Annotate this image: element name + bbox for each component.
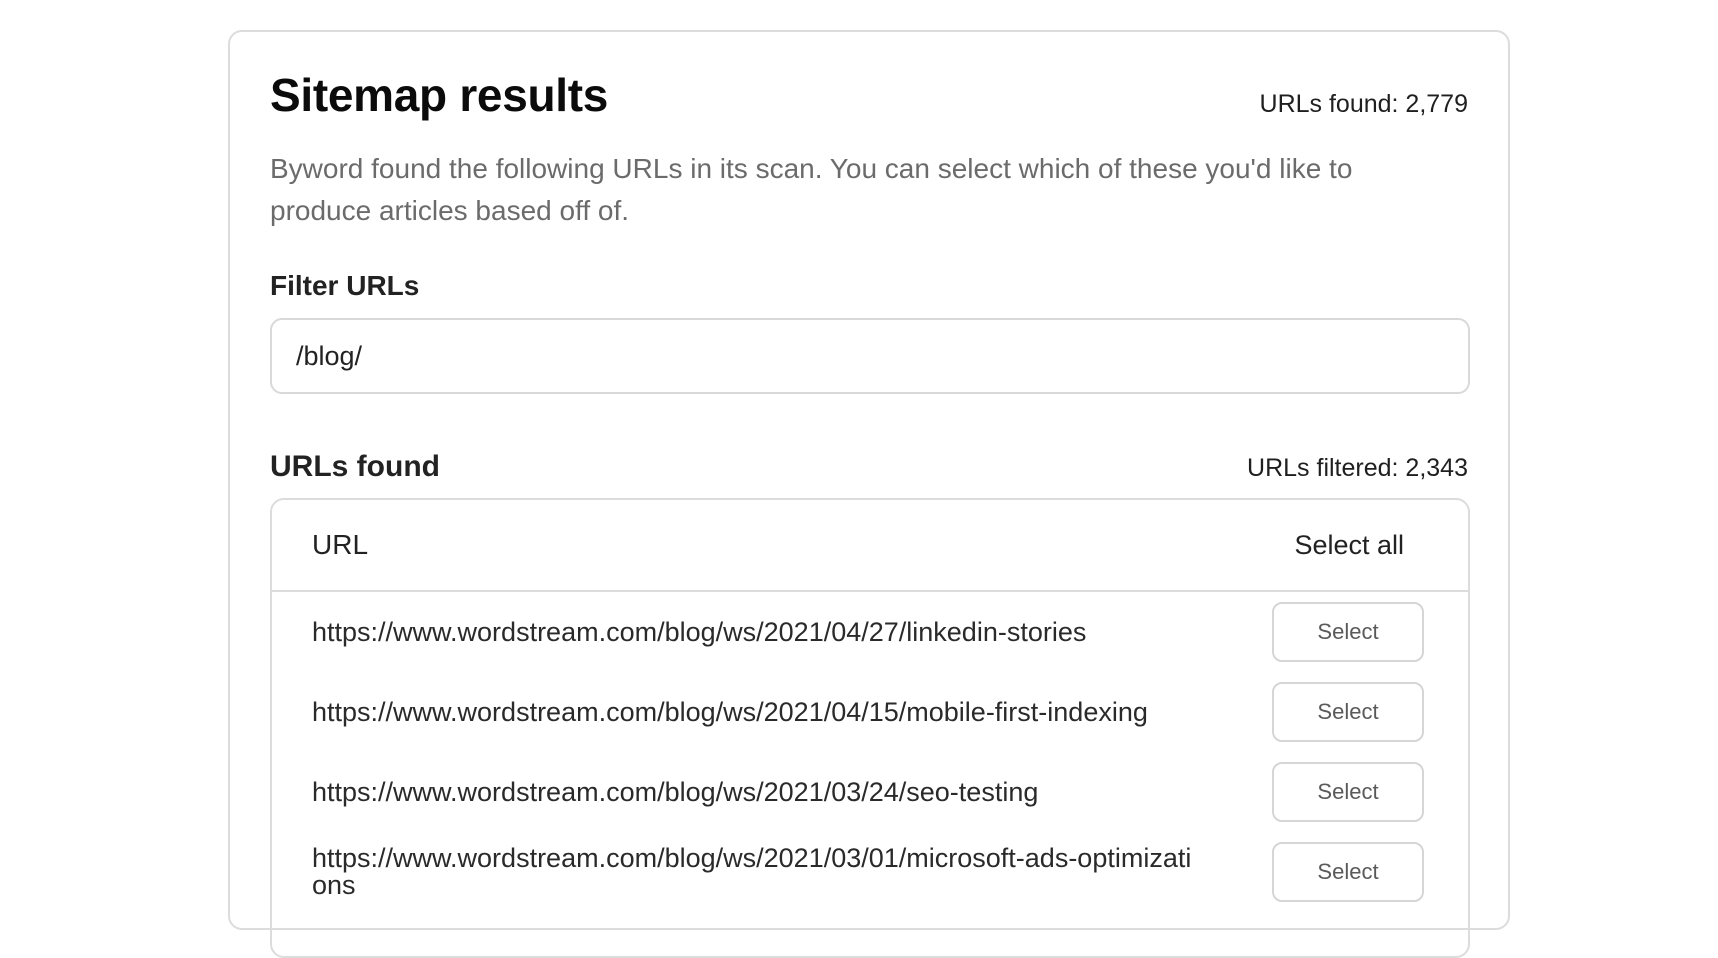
page-title: Sitemap results — [270, 69, 609, 121]
select-all-button[interactable]: Select all — [1294, 530, 1404, 561]
select-button[interactable]: Select — [1272, 602, 1424, 662]
table-row: https://www.wordstream.com/blog/ws/2021/… — [272, 592, 1468, 672]
urls-found-count: URLs found: 2,779 — [1259, 90, 1468, 118]
urls-found-heading: URLs found — [270, 450, 440, 483]
filter-urls-input[interactable] — [270, 318, 1470, 394]
sitemap-results-card: Sitemap results URLs found: 2,779 Byword… — [228, 30, 1510, 958]
select-button[interactable]: Select — [1272, 842, 1424, 902]
table-header: URL Select all — [272, 500, 1468, 592]
row-url: https://www.wordstream.com/blog/ws/2021/… — [312, 696, 1148, 727]
select-button[interactable]: Select — [1272, 762, 1424, 822]
row-url: https://www.wordstream.com/blog/ws/2021/… — [312, 776, 1039, 807]
filter-urls-label: Filter URLs — [270, 270, 420, 301]
urls-table: URL Select all https://www.wordstream.co… — [270, 498, 1470, 958]
table-row: https://www.wordstream.com/blog/ws/2021/… — [272, 672, 1468, 752]
page-description: Byword found the following URLs in its s… — [270, 153, 1353, 226]
select-button[interactable]: Select — [1272, 682, 1424, 742]
row-url: https://www.wordstream.com/blog/ws/2021/… — [312, 616, 1087, 647]
column-header-url: URL — [312, 529, 369, 560]
urls-filtered-count: URLs filtered: 2,343 — [1247, 454, 1468, 482]
table-row: https://www.wordstream.com/blog/ws/2021/… — [272, 752, 1468, 832]
table-row: https://www.wordstream.com/blog/ws/2021/… — [272, 832, 1468, 912]
row-url: https://www.wordstream.com/blog/ws/2021/… — [312, 843, 1192, 900]
